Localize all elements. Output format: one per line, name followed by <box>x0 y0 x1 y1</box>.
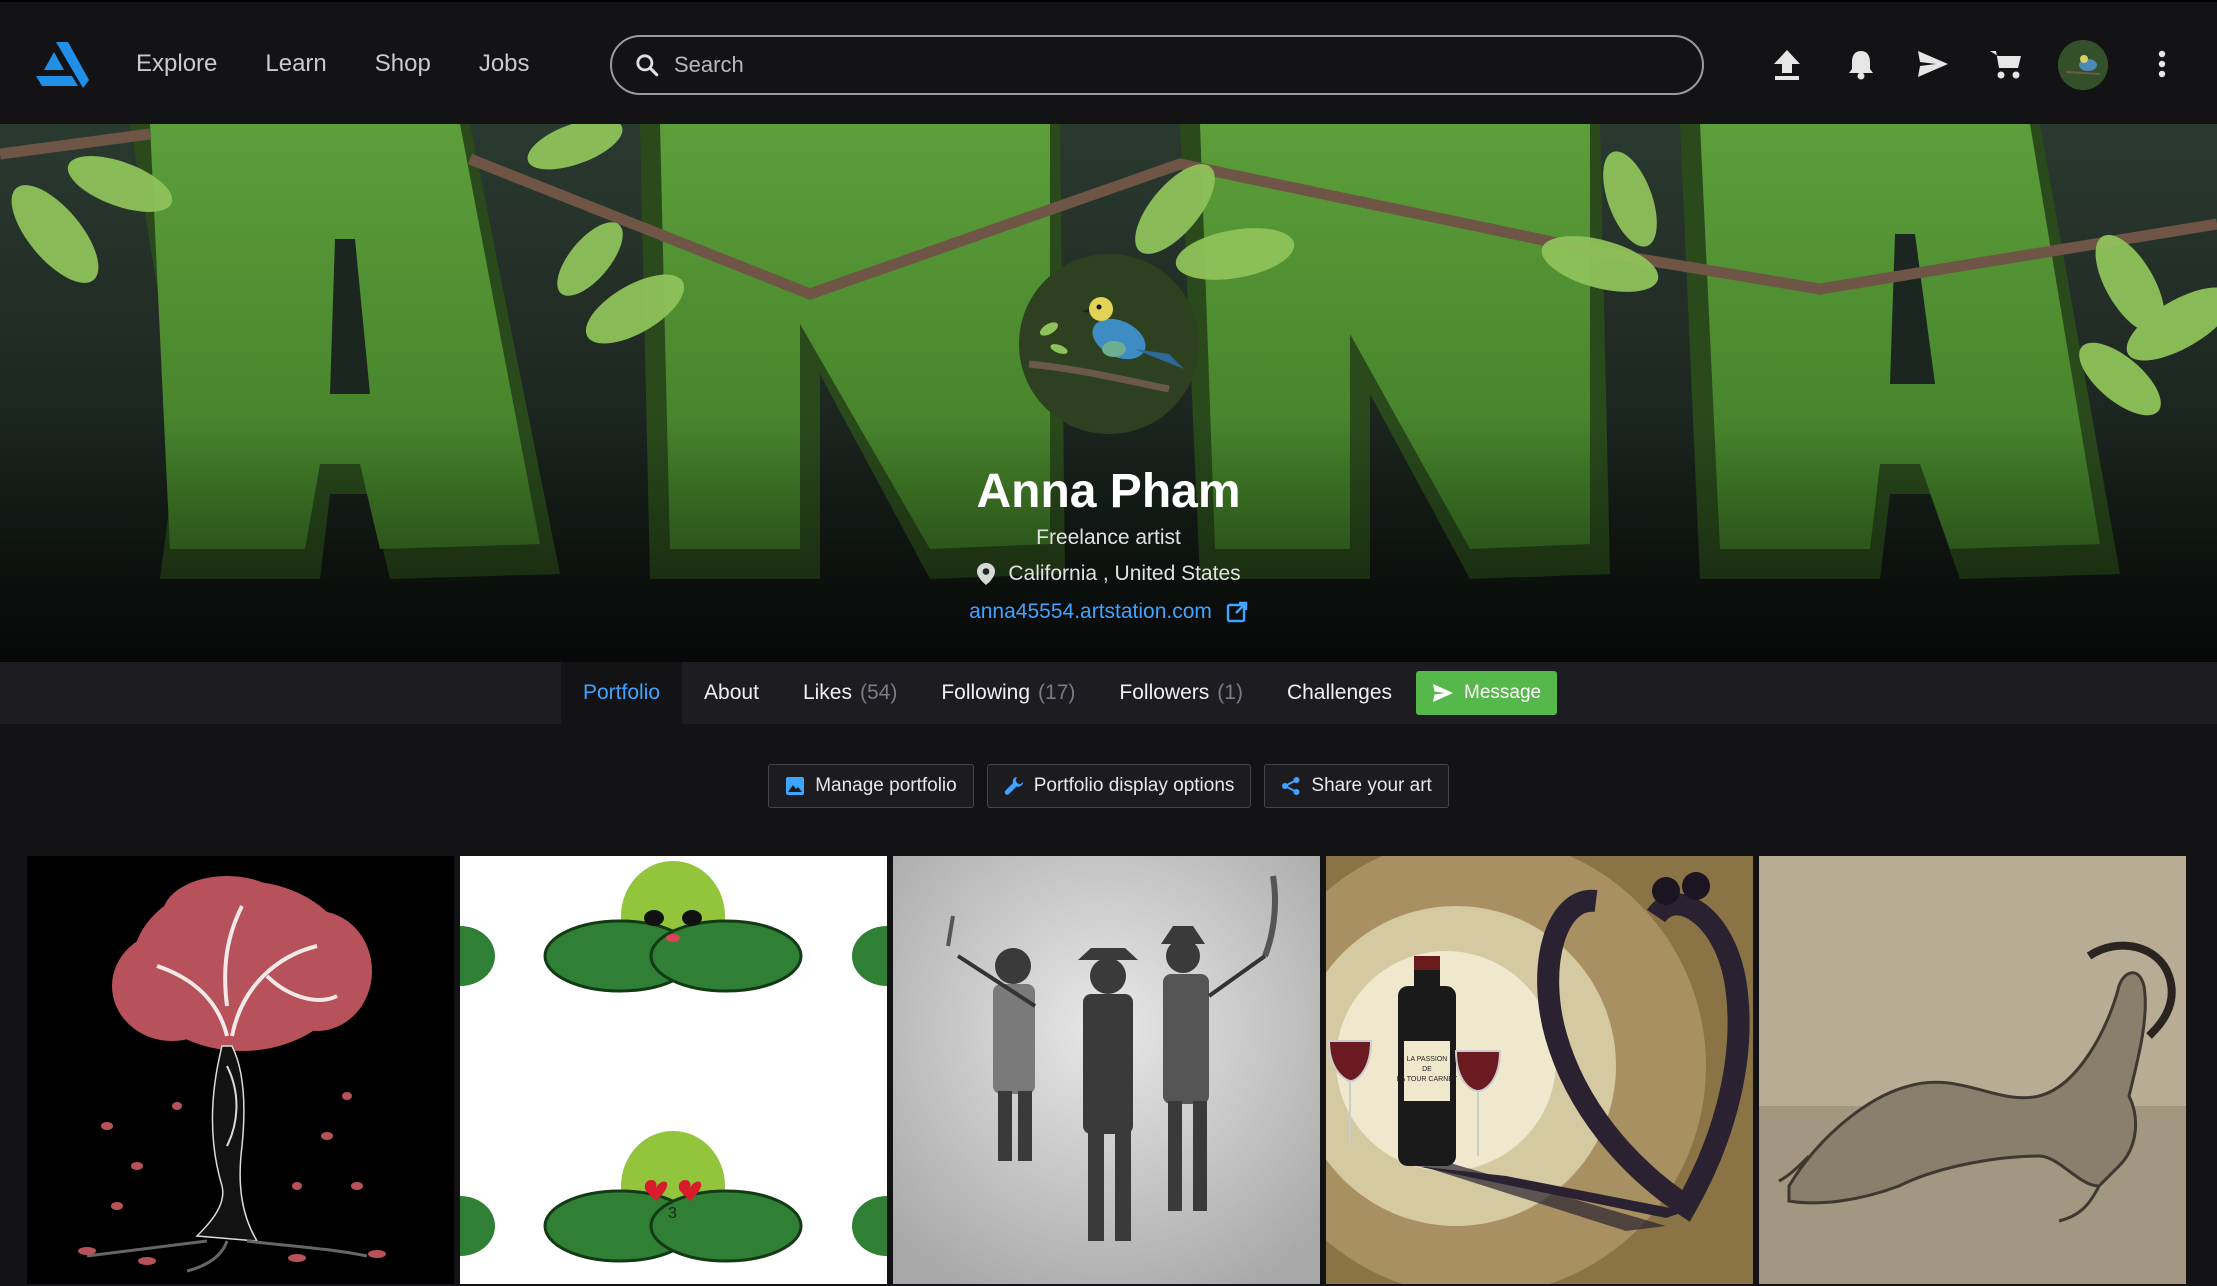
nav-shop[interactable]: Shop <box>375 50 431 78</box>
nav-explore[interactable]: Explore <box>136 50 217 78</box>
user-avatar[interactable] <box>2058 40 2108 90</box>
search-box[interactable] <box>610 35 1704 95</box>
likes-count: (54) <box>859 681 898 704</box>
tab-about[interactable]: About <box>682 662 781 724</box>
artstation-logo-icon[interactable] <box>34 40 90 90</box>
portfolio-artwork-3[interactable] <box>893 856 1320 1284</box>
tab-challenges-label: Challenges <box>1286 681 1393 704</box>
tab-likes-label: Likes <box>802 681 852 704</box>
tab-followers-label: Followers <box>1119 681 1210 704</box>
message-button[interactable]: Message <box>1416 671 1558 715</box>
manage-portfolio-label: Manage portfolio <box>815 775 957 796</box>
followers-count: (1) <box>1217 681 1243 704</box>
message-label: Message <box>1464 682 1542 703</box>
location-text: California , United States <box>1008 562 1241 585</box>
portfolio-artwork-5[interactable] <box>1759 856 2186 1284</box>
bottle-label-line-2: DE <box>1422 1066 1432 1073</box>
profile-tabs-bar: Portfolio About Likes (54) Following (17) … <box>0 662 2217 724</box>
profile-banner: Anna Pham Freelance artist California , … <box>0 124 2217 662</box>
bell-icon[interactable] <box>1843 46 1879 82</box>
location-pin-icon <box>977 563 996 585</box>
search-input[interactable] <box>674 52 1674 78</box>
tab-likes[interactable]: Likes (54) <box>781 662 919 724</box>
nav-jobs[interactable]: Jobs <box>479 50 530 78</box>
tab-about-label: About <box>704 681 759 704</box>
image-icon <box>786 777 805 795</box>
share-your-art-button[interactable]: Share your art <box>1264 764 1449 808</box>
profile-location: California , United States <box>0 562 2217 586</box>
tab-challenges[interactable]: Challenges <box>1265 662 1414 724</box>
bottle-label-line-3: LA TOUR CARNET <box>1397 1076 1458 1083</box>
send-message-icon <box>1433 684 1454 702</box>
portfolio-actions: Manage portfolio Portfolio display optio… <box>0 764 2217 808</box>
tab-following[interactable]: Following (17) <box>919 662 1097 724</box>
external-link-icon[interactable] <box>1226 601 1248 623</box>
portfolio-artwork-1[interactable] <box>27 856 454 1284</box>
top-navigation-bar: Explore Learn Shop Jobs <box>0 0 2217 124</box>
upload-icon[interactable] <box>1769 46 1805 82</box>
portfolio-display-options-button[interactable]: Portfolio display options <box>986 764 1252 808</box>
profile-avatar[interactable] <box>1019 254 1199 434</box>
cart-icon[interactable] <box>1988 46 2024 82</box>
send-icon[interactable] <box>1915 46 1951 82</box>
website-link[interactable]: anna45554.artstation.com <box>969 600 1212 624</box>
search-icon <box>636 54 659 77</box>
profile-name: Anna Pham <box>976 465 1241 518</box>
svg-text:3: 3 <box>668 1205 677 1222</box>
portfolio-artwork-4[interactable]: LA PASSION DE LA TOUR CARNET <box>1326 856 1753 1284</box>
portfolio-artwork-2[interactable]: 3 <box>460 856 887 1284</box>
main-nav: Explore Learn Shop Jobs <box>136 2 530 126</box>
profile-tabs: Portfolio About Likes (54) Following (17) … <box>561 662 1558 724</box>
share-icon <box>1282 777 1300 795</box>
tab-followers[interactable]: Followers (1) <box>1097 662 1265 724</box>
manage-portfolio-button[interactable]: Manage portfolio <box>768 764 974 808</box>
more-menu-icon[interactable] <box>2144 46 2180 82</box>
profile-headline: Freelance artist <box>1036 526 1181 549</box>
share-your-art-label: Share your art <box>1311 775 1432 796</box>
tab-following-label: Following <box>941 681 1031 704</box>
tab-portfolio-label: Portfolio <box>583 681 661 704</box>
nav-learn[interactable]: Learn <box>265 50 326 78</box>
tab-portfolio[interactable]: Portfolio <box>561 662 683 724</box>
following-count: (17) <box>1038 681 1076 704</box>
portfolio-grid: 3 LA PASSION DE LA TOUR CARNET <box>27 856 2191 1284</box>
artstation-profile-page: Explore Learn Shop Jobs Search Anna Pham… <box>0 0 2217 1286</box>
profile-website: anna45554.artstation.com <box>0 600 2217 624</box>
bottle-label-line-1: LA PASSION <box>1407 1056 1448 1063</box>
wrench-icon <box>1004 777 1023 795</box>
portfolio-display-options-label: Portfolio display options <box>1033 775 1235 796</box>
